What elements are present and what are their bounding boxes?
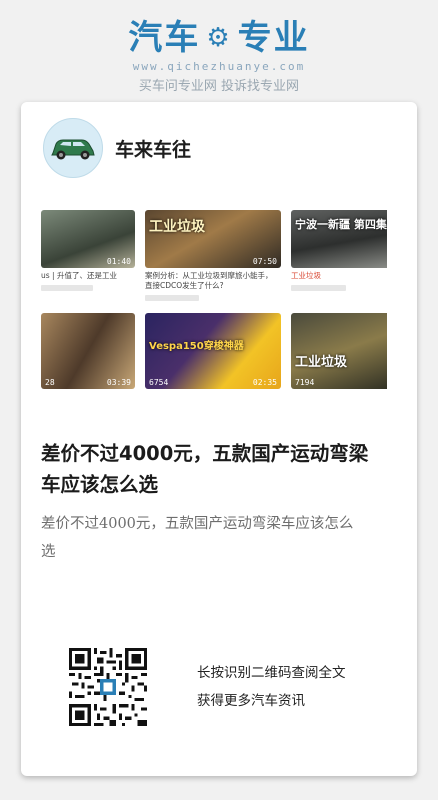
qr-instructions: 长按识别二维码查阅全文 获得更多汽车资讯 xyxy=(197,659,346,715)
thumb-image: 工业垃圾 07:50 xyxy=(145,210,281,268)
brand-url: www.qichezhuanye.com xyxy=(132,60,306,73)
qr-code[interactable] xyxy=(69,648,147,726)
thumb-tag: 工业垃圾 xyxy=(295,355,348,370)
thumb-meta-placeholder xyxy=(145,295,200,301)
thumb-image: 01:40 xyxy=(41,210,135,268)
thumb-meta-placeholder xyxy=(41,285,93,291)
thumb-caption-2: 直接CDCO发生了什么? xyxy=(145,281,224,290)
thumb-row-1: 01:40 us | 升值了、还是工业 工业垃圾 07:50 案例分析：从工业垃… xyxy=(41,210,387,301)
view-count: 7194 xyxy=(295,378,315,387)
thumb-image: 28 03:39 xyxy=(41,313,135,389)
view-count: 6754 xyxy=(149,378,169,387)
video-thumb[interactable]: 工业垃圾 7194 xyxy=(291,313,387,389)
thumb-image: 宁波一新疆 第四集 xyxy=(291,210,387,268)
thumb-image: Vespa150穿梭神器 6754 02:35 xyxy=(145,313,281,389)
thumb-caption: 案例分析：从工业垃圾到摩旅小能手， xyxy=(145,271,273,280)
qr-line-1: 长按识别二维码查阅全文 xyxy=(197,665,346,681)
brand-header: 汽车 ⚙ 专业 www.qichezhuanye.com 买车问专业网 投诉找专… xyxy=(0,18,438,94)
article-summary: 差价不过4000元，五款国产运动弯梁车应该怎么选 xyxy=(41,516,354,560)
video-thumb[interactable]: 宁波一新疆 第四集 工业垃圾 xyxy=(291,210,387,301)
video-thumbnails: 01:40 us | 升值了、还是工业 工业垃圾 07:50 案例分析：从工业垃… xyxy=(41,210,387,410)
gear-icon: ⚙ xyxy=(206,23,232,53)
author-row[interactable]: 车来车往 xyxy=(43,118,191,178)
author-name: 车来车往 xyxy=(115,138,192,161)
video-thumb[interactable]: 工业垃圾 07:50 案例分析：从工业垃圾到摩旅小能手， 直接CDCO发生了什么… xyxy=(145,210,281,301)
thumb-tag: 宁波一新疆 第四集 xyxy=(295,218,387,231)
thumb-caption: us | 升值了、还是工业 xyxy=(41,271,117,280)
car-icon xyxy=(51,139,95,160)
thumb-tag: 工业垃圾 xyxy=(149,219,205,235)
brand-logo: 汽车 ⚙ 专业 xyxy=(128,18,309,58)
thumb-row-2: 28 03:39 Vespa150穿梭神器 6754 02:35 工业垃圾 71… xyxy=(41,313,387,389)
video-thumb[interactable]: 01:40 us | 升值了、还是工业 xyxy=(41,210,135,301)
article-headline[interactable]: 差价不过4000元，五款国产运动弯梁车应该怎么选 xyxy=(41,438,387,500)
article-card[interactable]: 车来车往 01:40 us | 升值了、还是工业 工业垃圾 07:50 案例分析… xyxy=(21,102,417,776)
duration-label: 07:50 xyxy=(252,257,277,266)
duration-label: 03:39 xyxy=(106,378,131,387)
thumb-image: 工业垃圾 7194 xyxy=(291,313,387,389)
author-avatar[interactable] xyxy=(43,118,103,178)
thumb-caption: 工业垃圾 xyxy=(291,271,321,280)
brand-title-right: 专业 xyxy=(237,18,310,58)
brand-slogan: 买车问专业网 投诉找专业网 xyxy=(138,79,300,94)
thumb-meta-placeholder xyxy=(291,285,346,291)
view-count: 28 xyxy=(45,378,55,387)
duration-label: 01:40 xyxy=(106,257,131,266)
video-thumb[interactable]: Vespa150穿梭神器 6754 02:35 xyxy=(145,313,281,389)
thumb-tag: Vespa150穿梭神器 xyxy=(149,341,244,352)
brand-title-left: 汽车 xyxy=(128,18,201,58)
video-thumb[interactable]: 28 03:39 xyxy=(41,313,135,389)
qr-line-2: 获得更多汽车资讯 xyxy=(197,693,305,709)
duration-label: 02:35 xyxy=(252,378,277,387)
